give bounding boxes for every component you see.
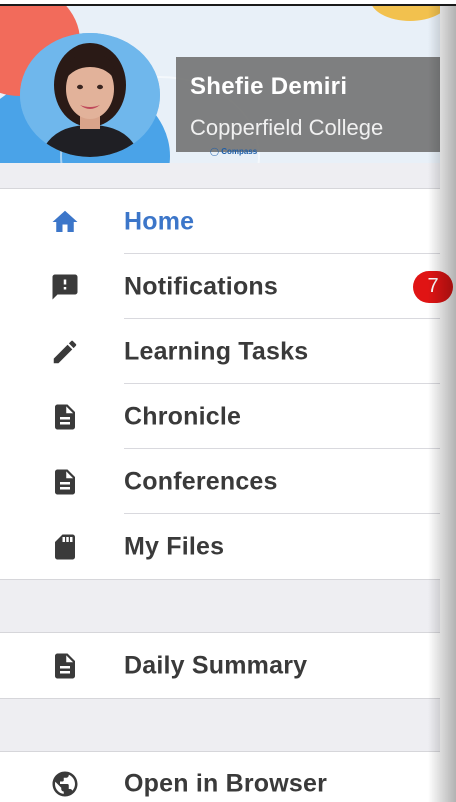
menu-item-daily-summary[interactable]: Daily Summary [0,633,440,698]
menu-label-my-files: My Files [124,532,225,560]
brand-icon: ◯ [210,147,219,156]
document-icon [48,465,82,499]
feedback-icon [48,270,82,304]
menu-label-conferences: Conferences [124,467,278,495]
menu-label-learning-tasks: Learning Tasks [124,337,309,365]
menu-item-learning-tasks[interactable]: Learning Tasks [0,319,440,384]
document-icon [48,400,82,434]
home-icon [48,205,82,239]
notifications-count-badge: 7 [413,270,453,303]
status-bar-edge [0,0,456,6]
profile-header: Shefie Demiri Copperfield College ◯ Comp… [0,6,440,163]
menu-label-daily-summary: Daily Summary [124,651,308,679]
school-name: Copperfield College [190,115,384,140]
profile-name-panel: Shefie Demiri Copperfield College [176,57,440,152]
header-decor-yellow [370,6,440,21]
pencil-icon [48,335,82,369]
avatar[interactable] [20,33,160,157]
user-name: Shefie Demiri [190,73,348,100]
document-icon [48,649,82,683]
menu-item-conferences[interactable]: Conferences [0,449,440,514]
menu-label-home: Home [124,207,195,235]
section-gap [0,163,440,188]
section-gap [0,699,440,751]
menu-item-notifications[interactable]: Notifications 7 [0,254,453,319]
menu-item-my-files[interactable]: My Files [0,514,440,579]
menu-label-notifications: Notifications [124,272,278,300]
brand-logo: ◯ Compass [210,147,257,156]
brand-text: Compass [221,147,258,156]
menu-item-open-in-browser[interactable]: Open in Browser [0,752,440,802]
navigation-drawer: Shefie Demiri Copperfield College ◯ Comp… [0,0,456,802]
menu-label-chronicle: Chronicle [124,402,242,430]
globe-icon [48,767,82,801]
section-gap [0,580,440,632]
menu-item-home[interactable]: Home [0,189,440,254]
menu-item-chronicle[interactable]: Chronicle [0,384,440,449]
sd-card-icon [48,530,82,564]
menu-label-open-in-browser: Open in Browser [124,769,328,798]
